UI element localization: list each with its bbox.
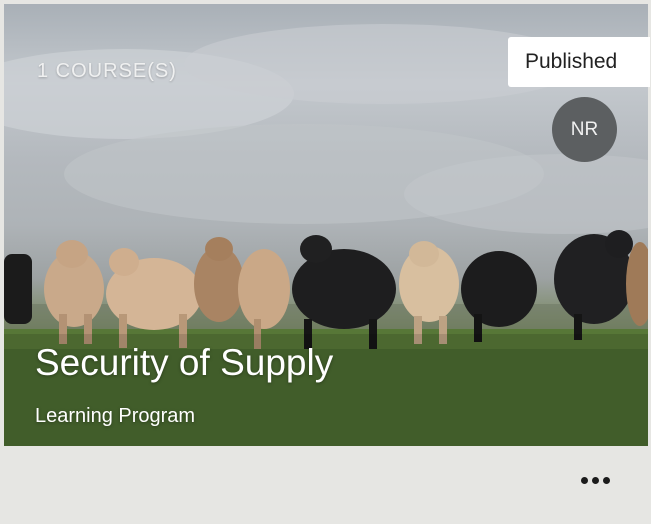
- card-type-label: Learning Program: [35, 405, 196, 427]
- more-horizontal-icon: [580, 476, 588, 484]
- learning-program-card[interactable]: 1 COURSE(S) Published NR Security of Sup…: [0, 0, 651, 524]
- course-count-label: 1 COURSE(S): [37, 60, 177, 82]
- status-badge: Published: [508, 37, 650, 87]
- more-horizontal-icon: [602, 476, 610, 484]
- avatar[interactable]: NR: [552, 97, 617, 162]
- card-title[interactable]: Security of Supply: [35, 342, 333, 384]
- more-options-button[interactable]: [570, 468, 620, 492]
- more-horizontal-icon: [591, 476, 599, 484]
- card-footer: [4, 446, 648, 524]
